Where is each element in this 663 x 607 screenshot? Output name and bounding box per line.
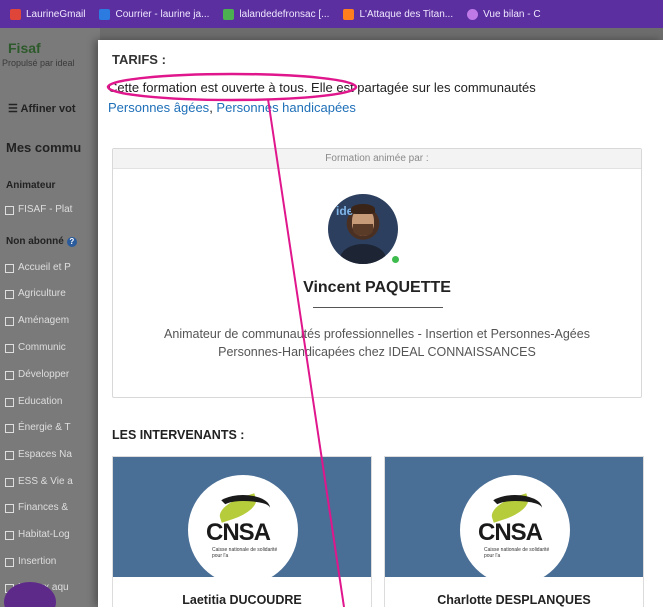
site-icon	[467, 8, 479, 20]
sidebar: Fisaf Propulsé par ideal ☰ Affiner vot M…	[0, 28, 100, 607]
cnsa-tagline: Caisse nationale de solidarité pour l'a	[484, 547, 550, 559]
avatar-beard	[353, 224, 373, 236]
bookmark-item[interactable]: Courrier - laurine ja...	[99, 8, 210, 20]
site-icon	[223, 8, 235, 20]
bookmark-label: Courrier - laurine ja...	[115, 8, 210, 20]
logo-subtitle: Propulsé par ideal	[2, 58, 75, 68]
intervenant-card[interactable]: CNSA Caisse nationale de solidarité pour…	[112, 456, 372, 607]
site-icon	[343, 8, 355, 20]
animator-role-line: Personnes-Handicapées chez IDEAL CONNAIS…	[218, 345, 536, 359]
sidebar-category[interactable]: Finances &	[4, 502, 68, 513]
sidebar-category[interactable]: Énergie & T	[5, 422, 71, 433]
bookmark-item[interactable]: LaurineGmail	[10, 8, 86, 20]
gmail-icon	[10, 8, 21, 20]
sidebar-category[interactable]: Accueil et P	[5, 262, 71, 273]
my-communities-heading: Mes commu	[6, 140, 82, 155]
sidebar-category[interactable]: Education	[4, 396, 62, 407]
community-link-elderly[interactable]: Personnes âgées	[108, 100, 209, 115]
shared-communities-text: Elle est partagée sur les communautés	[307, 80, 536, 95]
animator-card: Formation animée par : ide Vincent PAQUE…	[112, 148, 642, 398]
cnsa-tagline: Caisse nationale de solidarité pour l'a	[212, 547, 278, 559]
bookmark-label: Vue bilan - C	[483, 8, 541, 20]
cnsa-wordmark: CNSA	[206, 519, 271, 546]
sidebar-item-fisaf[interactable]: FISAF - Plat	[4, 204, 72, 215]
refine-filter-button[interactable]: ☰ Affiner vot	[8, 102, 76, 115]
intervenants-heading: LES INTERVENANTS :	[112, 428, 245, 442]
sidebar-category[interactable]: ESS & Vie a	[5, 476, 73, 487]
tarifs-description: Cette formation est ouverte à tous. Elle…	[108, 78, 648, 118]
bookmark-item[interactable]: lalandedefronsac [...	[223, 8, 330, 20]
sidebar-category[interactable]: Aménagem	[4, 315, 69, 326]
bookmark-item[interactable]: L'Attaque des Titan...	[343, 8, 454, 20]
filter-icon: ☰	[8, 103, 21, 115]
sidebar-category[interactable]: Espaces Na	[5, 449, 72, 460]
bookmark-label: L'Attaque des Titan...	[359, 8, 454, 20]
group-animateur-heading: Animateur	[6, 180, 56, 191]
group-non-abonne-label: Non abonné	[6, 236, 64, 247]
tarifs-heading: TARIFS :	[112, 52, 166, 67]
animator-name[interactable]: Vincent PAQUETTE	[113, 279, 641, 297]
community-link-disabled[interactable]: Personnes handicapées	[216, 100, 356, 115]
bookmark-label: LaurineGmail	[26, 8, 86, 20]
sidebar-category[interactable]: Agriculture	[5, 288, 66, 299]
group-non-abonne-heading: Non abonné?	[6, 236, 77, 247]
bookmark-label: lalandedefronsac [...	[239, 8, 330, 20]
avatar-hair	[351, 204, 375, 214]
training-details-modal: TARIFS : Cette formation est ouverte à t…	[98, 40, 663, 607]
animator-role: Animateur de communautés professionnelle…	[113, 325, 641, 361]
cnsa-logo: CNSA Caisse nationale de solidarité pour…	[188, 475, 298, 585]
intervenant-card[interactable]: CNSA Caisse nationale de solidarité pour…	[384, 456, 644, 607]
cnsa-wordmark: CNSA	[478, 519, 543, 546]
bookmarks-bar: LaurineGmail Courrier - laurine ja... la…	[0, 0, 663, 28]
animator-role-line: Animateur de communautés professionnelle…	[164, 327, 590, 341]
intervenant-name: Charlotte DESPLANQUES	[437, 593, 591, 607]
outlook-icon	[99, 8, 111, 20]
sidebar-category[interactable]: Habitat-Log	[5, 529, 70, 540]
swoosh-icon	[488, 495, 542, 521]
sidebar-category[interactable]: Communic	[5, 342, 66, 353]
swoosh-icon	[216, 495, 270, 521]
fisaf-logo[interactable]: Fisaf	[8, 40, 41, 56]
cnsa-logo: CNSA Caisse nationale de solidarité pour…	[460, 475, 570, 585]
divider	[313, 307, 443, 308]
open-to-all-text: Cette formation est ouverte à tous.	[108, 80, 308, 95]
help-icon[interactable]: ?	[66, 237, 77, 247]
bookmark-item[interactable]: Vue bilan - C	[467, 8, 541, 20]
avatar-shirt	[340, 244, 386, 264]
refine-label: Affiner vot	[20, 103, 76, 115]
intervenant-name: Laetitia DUCOUDRE	[182, 593, 302, 607]
animator-avatar[interactable]: ide	[328, 194, 398, 264]
sidebar-category[interactable]: Développer	[4, 369, 69, 380]
sidebar-category[interactable]: Insertion	[4, 556, 56, 567]
animated-by-caption: Formation animée par :	[113, 149, 641, 169]
online-status-icon	[391, 255, 400, 264]
